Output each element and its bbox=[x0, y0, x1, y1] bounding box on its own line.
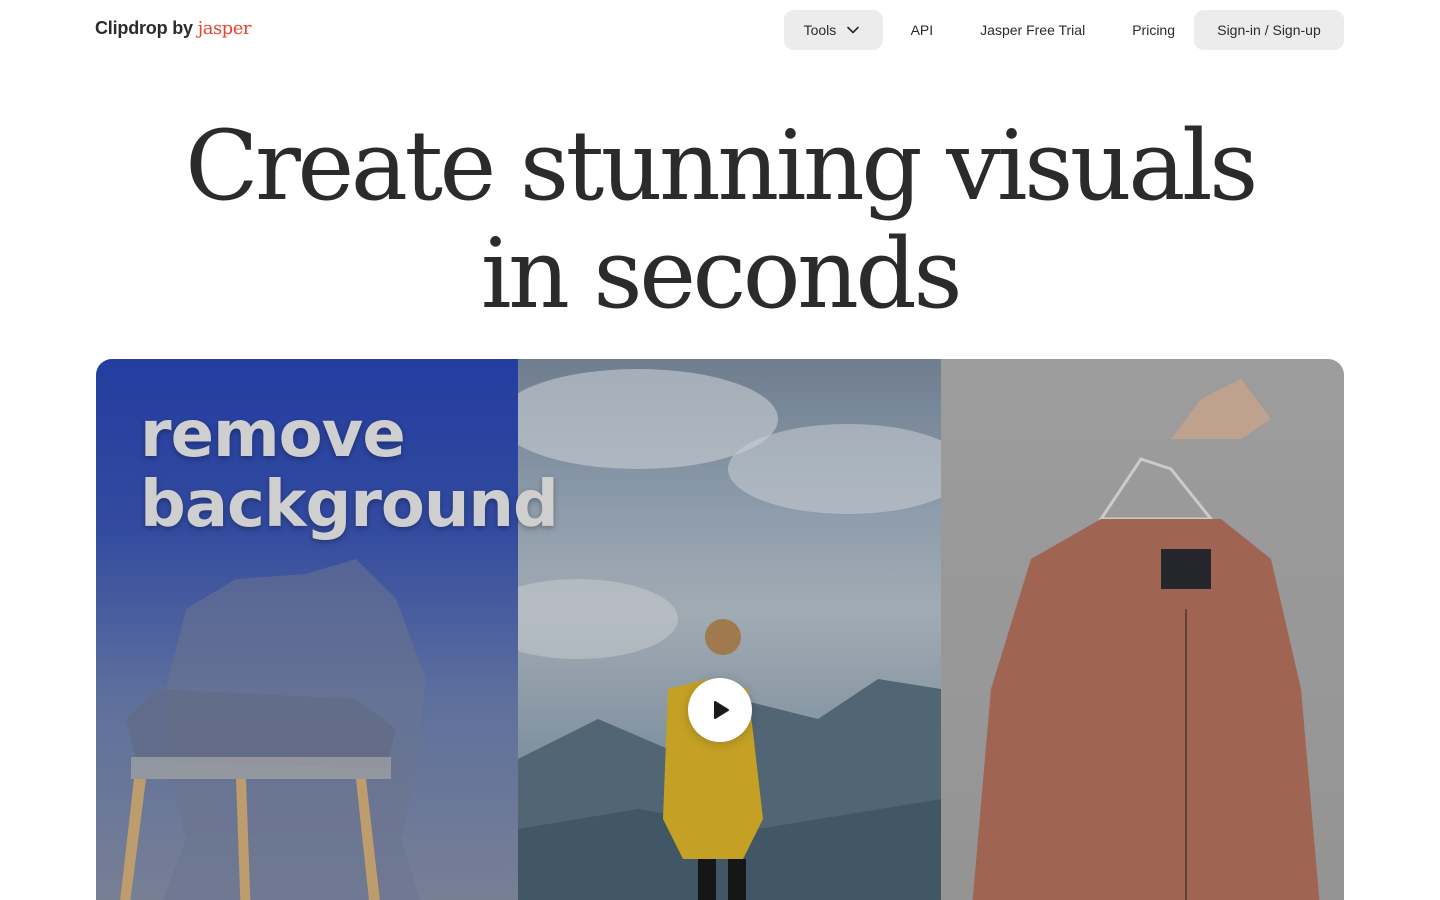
nav-link-api[interactable]: API bbox=[892, 10, 953, 50]
site-header: Clipdrop by jasper Tools API Jasper Free… bbox=[0, 0, 1440, 60]
hero-title-line-2: in seconds bbox=[480, 218, 963, 330]
logo-name: Clipdrop bbox=[95, 18, 168, 38]
chevron-down-icon bbox=[847, 26, 860, 34]
nav-link-jasper-free-trial[interactable]: Jasper Free Trial bbox=[961, 10, 1104, 50]
caption-line-2: background bbox=[140, 468, 559, 542]
main-nav: Tools API Jasper Free Trial Pricing Sign… bbox=[783, 10, 1344, 50]
hero-title-line-1: Create stunning visuals bbox=[185, 110, 1258, 222]
logo-by: by bbox=[172, 18, 193, 38]
sign-in-button[interactable]: Sign-in / Sign-up bbox=[1194, 10, 1344, 50]
panel-shade bbox=[941, 359, 1344, 900]
mountain-image-panel bbox=[518, 359, 941, 900]
play-icon bbox=[714, 701, 729, 719]
clipdrop-logo[interactable]: Clipdrop by jasper bbox=[95, 18, 251, 39]
play-button[interactable] bbox=[688, 678, 752, 742]
tools-dropdown-button[interactable]: Tools bbox=[783, 10, 883, 50]
panel-shade bbox=[518, 359, 941, 900]
nav-link-pricing[interactable]: Pricing bbox=[1113, 10, 1194, 50]
showcase-caption: remove background bbox=[140, 398, 559, 542]
caption-line-1: remove bbox=[140, 398, 406, 472]
tools-label: Tools bbox=[803, 22, 837, 38]
hero-title: Create stunning visuals in seconds bbox=[0, 112, 1440, 328]
logo-brand: jasper bbox=[197, 18, 252, 39]
jacket-image-panel bbox=[941, 359, 1344, 900]
